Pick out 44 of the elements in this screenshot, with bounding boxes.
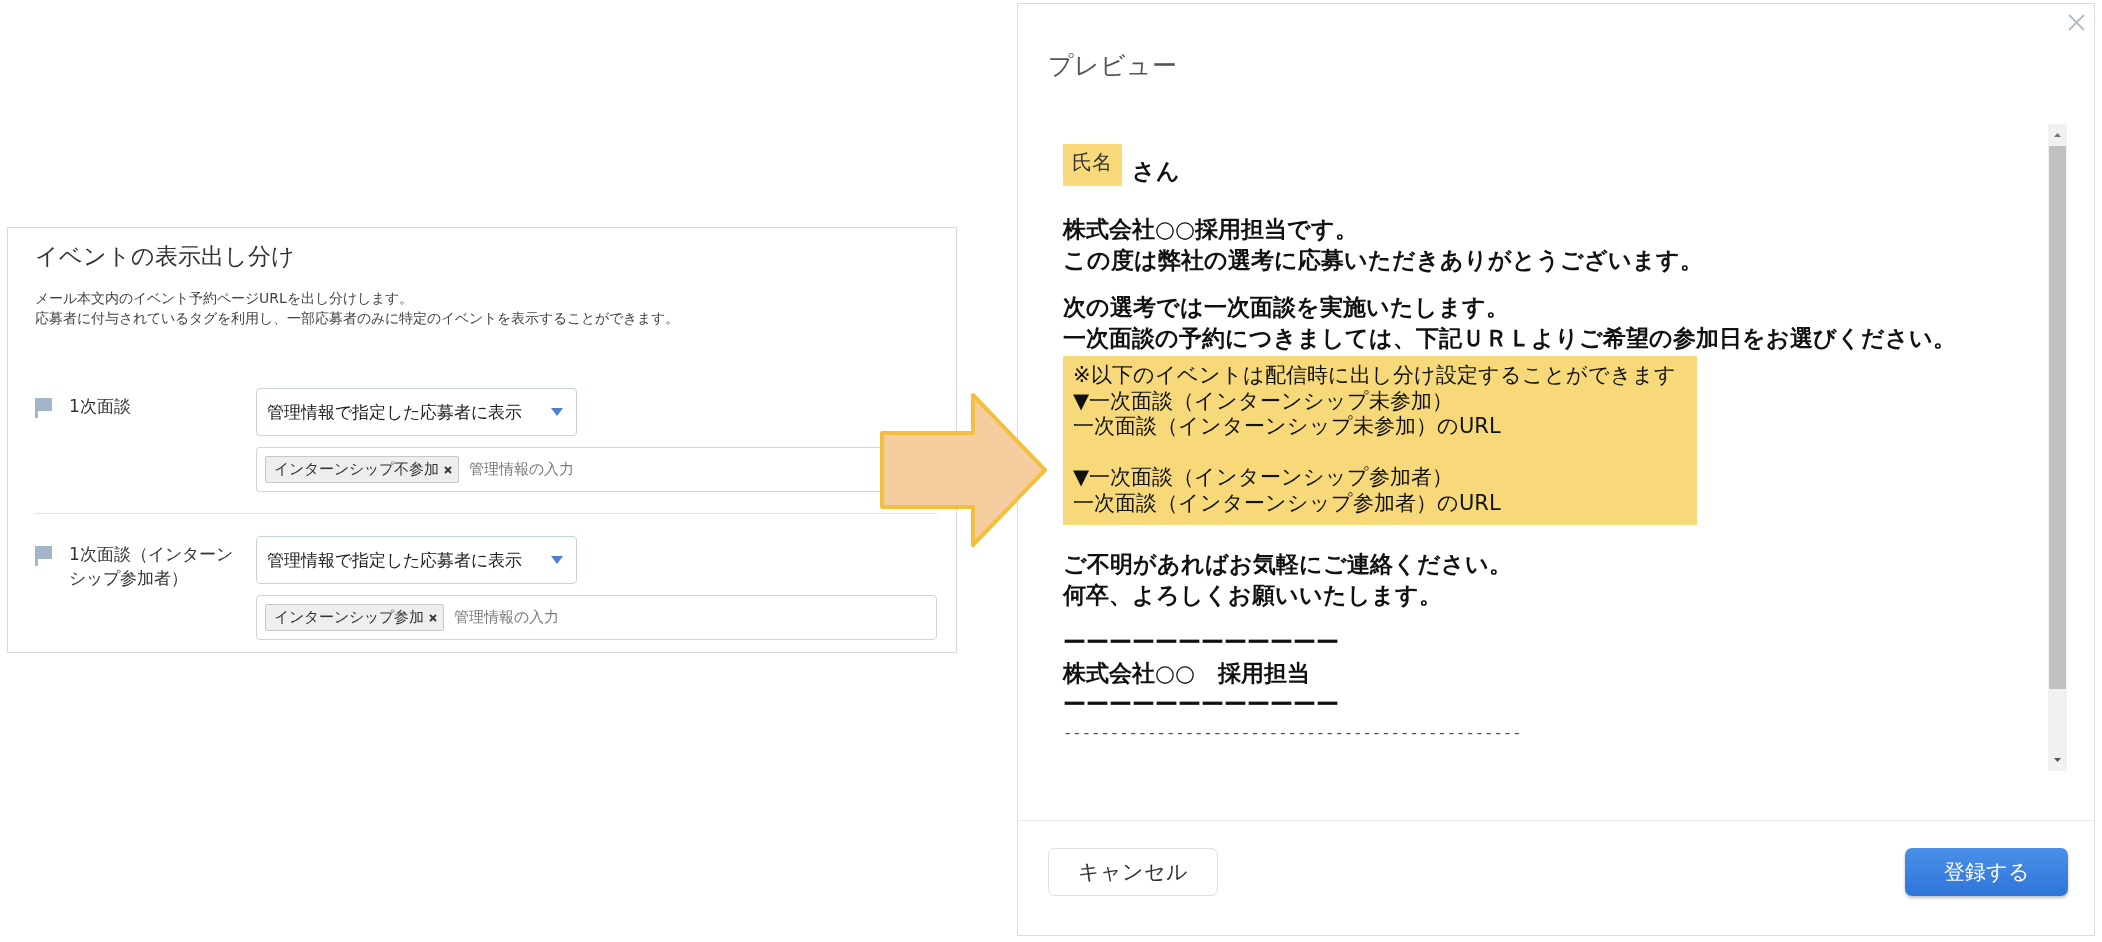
body-text: 株式会社○○ 採用担当 <box>1063 659 1311 688</box>
event-link-text: ※以下のイベントは配信時に出し分け設定することができます <box>1073 363 1676 389</box>
register-button[interactable]: 登録する <box>1905 848 2068 896</box>
scrollbar[interactable] <box>2048 124 2067 771</box>
body-text: この度は弊社の選考に応募いただきありがとうございます。 <box>1063 246 1703 275</box>
description-text: メール本文内のイベント予約ページURLを出し分けします。 <box>35 289 413 308</box>
name-field-tag: 氏名 <box>1063 144 1122 186</box>
honorific-text: さん <box>1132 157 1180 186</box>
event-name: 1次面談 <box>69 395 132 418</box>
tag-input-field[interactable]: インターンシップ不参加 管理情報の入力 <box>256 447 880 492</box>
scrollbar-thumb[interactable] <box>2049 146 2066 689</box>
close-icon[interactable] <box>444 465 452 474</box>
event-name: 1次面談（インターンシップ参加者） <box>69 543 234 590</box>
body-text: 株式会社○○採用担当です。 <box>1063 215 1359 244</box>
body-text: 次の選考では一次面談を実施いたします。 <box>1063 293 1509 322</box>
tag-input-field[interactable]: インターンシップ参加 管理情報の入力 <box>256 595 937 640</box>
event-link-text: ▼一次面談（インターンシップ未参加） <box>1073 388 1454 414</box>
dashed-separator-text: ------------------------------------------------- <box>1063 724 1522 745</box>
cancel-button[interactable]: キャンセル <box>1048 848 1218 896</box>
event-link-text: 一次面談（インターンシップ未参加）のURL <box>1073 414 1501 440</box>
body-text: ーーーーーーーーーーーー <box>1063 628 1339 657</box>
caret-down-icon[interactable] <box>2054 758 2061 762</box>
dialog-title: プレビュー <box>1048 51 1177 81</box>
placeholder-text: 管理情報の入力 <box>454 608 559 627</box>
flag-icon <box>35 398 52 418</box>
body-text: ーーーーーーーーーーーー <box>1063 690 1339 719</box>
tag-label: インターンシップ参加 <box>274 608 424 627</box>
caret-icon <box>551 408 563 416</box>
right-arrow-icon <box>879 392 1049 549</box>
body-text: 何卒、よろしくお願いいたします。 <box>1063 581 1442 610</box>
caret-up-icon[interactable] <box>2054 133 2061 137</box>
placeholder-text: 管理情報の入力 <box>469 460 574 479</box>
flag-icon <box>35 546 52 566</box>
event-link-text: 一次面談（インターンシップ参加者）のURL <box>1073 490 1501 516</box>
body-text: ご不明があればお気軽にご連絡ください。 <box>1063 550 1512 579</box>
body-text: 一次面談の予約につきましては、下記ＵＲＬよりご希望の参加日をお選びください。 <box>1063 324 1956 353</box>
caret-icon <box>551 556 563 564</box>
display-condition-select[interactable]: 管理情報で指定した応募者に表示 <box>256 536 577 584</box>
display-condition-select[interactable]: 管理情報で指定した応募者に表示 <box>256 388 577 436</box>
section-title: イベントの表示出し分け <box>35 242 295 271</box>
close-icon[interactable] <box>429 613 437 622</box>
event-link-text: ▼一次面談（インターンシップ参加者） <box>1073 465 1454 491</box>
tag-label: インターンシップ不参加 <box>274 460 439 479</box>
description-text: 応募者に付与されているタグを利用し、一部応募者のみに特定のイベントを表示することができます。 <box>35 308 679 328</box>
